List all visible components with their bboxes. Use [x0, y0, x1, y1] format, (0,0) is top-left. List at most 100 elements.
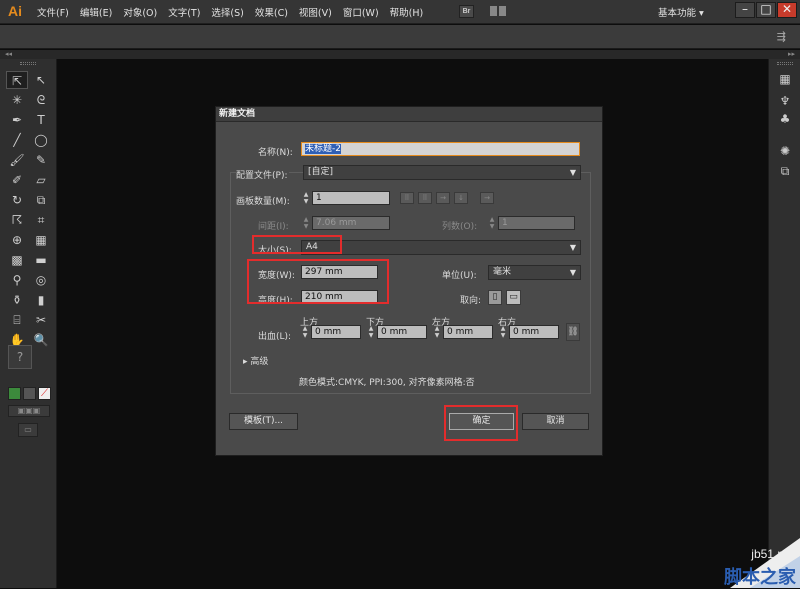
- arrange-by-column-icon[interactable]: ↓: [454, 192, 468, 204]
- column-graph-tool-icon[interactable]: ▮: [30, 291, 52, 309]
- bridge-button[interactable]: Br: [459, 5, 474, 18]
- menu-edit[interactable]: 编辑(E): [80, 5, 112, 19]
- blend-tool-icon[interactable]: ◎: [30, 271, 52, 289]
- brushes-panel-icon[interactable]: ♆: [776, 93, 794, 109]
- blob-brush-tool-icon[interactable]: ✐: [6, 171, 28, 189]
- chevron-down-icon: ▼: [569, 168, 576, 177]
- spacing-input[interactable]: 7.06 mm: [312, 216, 390, 230]
- gradient-mode-icon[interactable]: [23, 387, 36, 400]
- portrait-icon[interactable]: ▯: [488, 290, 502, 305]
- symbols-panel-icon[interactable]: ♣: [776, 111, 794, 127]
- zoom-tool-icon[interactable]: 🔍: [30, 331, 52, 349]
- columns-stepper[interactable]: ▲ ▼: [488, 216, 496, 230]
- profile-select[interactable]: [自定] ▼: [303, 165, 581, 180]
- rotate-tool-icon[interactable]: ↻: [6, 191, 28, 209]
- eraser-tool-icon[interactable]: ▱: [30, 171, 52, 189]
- columns-input[interactable]: 1: [498, 216, 575, 230]
- direct-selection-tool-icon[interactable]: ↖: [30, 71, 52, 89]
- mesh-tool-icon[interactable]: ▩: [6, 251, 28, 269]
- scale-tool-icon[interactable]: ⧉: [30, 191, 52, 209]
- menu-help[interactable]: 帮助(H): [390, 5, 424, 19]
- control-bar: ⇶: [0, 25, 800, 49]
- lasso-tool-icon[interactable]: ᘓ: [30, 91, 52, 109]
- slice-tool-icon[interactable]: ✂: [30, 311, 52, 329]
- templates-button[interactable]: 模板(T)...: [229, 413, 298, 430]
- symbol-sprayer-tool-icon[interactable]: ⚱: [6, 291, 28, 309]
- free-transform-tool-icon[interactable]: ⌗: [30, 211, 52, 229]
- watermark-site: jb51.net: [751, 547, 794, 561]
- collapse-right-icon[interactable]: ▸▸: [788, 50, 795, 58]
- name-input[interactable]: 未标题-2: [301, 142, 580, 156]
- orientation-label: 取向:: [460, 296, 482, 306]
- link-icon[interactable]: ⛓: [566, 323, 580, 341]
- menu-object[interactable]: 对象(O): [123, 5, 157, 19]
- restore-button[interactable]: □: [756, 2, 776, 18]
- size-select[interactable]: A4 ▼: [301, 240, 581, 255]
- menu-file[interactable]: 文件(F): [37, 5, 69, 19]
- menu-select[interactable]: 选择(S): [211, 5, 243, 19]
- close-button[interactable]: ✕: [777, 2, 797, 18]
- watermark-name: 脚本之家: [724, 567, 796, 588]
- bleed-right-stepper[interactable]: ▲ ▼: [499, 325, 507, 339]
- ellipse-tool-icon[interactable]: ◯: [30, 131, 52, 149]
- landscape-icon[interactable]: ▭: [506, 290, 521, 305]
- artboard-tool-icon[interactable]: ⌸: [6, 311, 28, 329]
- panel-grip[interactable]: [777, 62, 793, 65]
- ok-highlight: [444, 405, 518, 441]
- magic-wand-tool-icon[interactable]: ✳: [6, 91, 28, 109]
- artboards-stepper[interactable]: ▲ ▼: [302, 191, 310, 205]
- graphic-styles-panel-icon[interactable]: ⧉: [776, 163, 794, 179]
- warp-tool-icon[interactable]: ☈: [6, 211, 28, 229]
- menu-bar: Ai 文件(F) 编辑(E) 对象(O) 文字(T) 选择(S) 效果(C) 视…: [0, 0, 800, 24]
- panel-grip[interactable]: [20, 62, 36, 65]
- units-select[interactable]: 毫米 ▼: [488, 265, 581, 280]
- menu-type[interactable]: 文字(T): [168, 5, 200, 19]
- eyedropper-tool-icon[interactable]: ⚲: [6, 271, 28, 289]
- grid-by-column-icon[interactable]: ⠿: [418, 192, 432, 204]
- swatches-panel-icon[interactable]: ▦: [776, 71, 794, 87]
- arrange-documents-icon[interactable]: [490, 5, 512, 18]
- grid-by-row-icon[interactable]: ⠿: [400, 192, 414, 204]
- drawing-modes-icon[interactable]: ▣▣▣: [8, 405, 50, 417]
- bleed-label: 出血(L):: [258, 332, 292, 342]
- cancel-button[interactable]: 取消: [522, 413, 589, 430]
- pen-tool-icon[interactable]: ✒: [6, 111, 28, 129]
- gradient-tool-icon[interactable]: ▬: [30, 251, 52, 269]
- artboards-input[interactable]: 1: [312, 191, 390, 205]
- perspective-grid-tool-icon[interactable]: ▦: [30, 231, 52, 249]
- shape-builder-tool-icon[interactable]: ⊕: [6, 231, 28, 249]
- line-tool-icon[interactable]: ╱: [6, 131, 28, 149]
- spacing-label: 间距(I):: [258, 222, 289, 232]
- selection-tool-icon[interactable]: ⇱: [6, 71, 28, 89]
- none-mode-icon[interactable]: ⟋: [38, 387, 51, 400]
- bleed-top-input[interactable]: 0 mm: [311, 325, 361, 339]
- arrange-by-row-icon[interactable]: →: [436, 192, 450, 204]
- minimize-button[interactable]: –: [735, 2, 755, 18]
- right-to-left-icon[interactable]: →: [480, 192, 494, 204]
- pencil-tool-icon[interactable]: ✎: [30, 151, 52, 169]
- panel-menu-icon[interactable]: ⇶: [777, 30, 786, 43]
- collapse-left-icon[interactable]: ◂◂: [5, 50, 12, 58]
- workspace-switcher[interactable]: 基本功能 ▾: [658, 5, 704, 19]
- profile-label: 配置文件(P):: [236, 168, 290, 181]
- name-label: 名称(N):: [258, 148, 293, 158]
- menu-window[interactable]: 窗口(W): [343, 5, 379, 19]
- bleed-right-input[interactable]: 0 mm: [509, 325, 559, 339]
- paintbrush-tool-icon[interactable]: 🖌: [6, 151, 28, 169]
- appearance-panel-icon[interactable]: ✺: [776, 143, 794, 159]
- menu-effect[interactable]: 效果(C): [255, 5, 288, 19]
- bleed-left-stepper[interactable]: ▲ ▼: [433, 325, 441, 339]
- menu-view[interactable]: 视图(V): [299, 5, 332, 19]
- advanced-label: 高级: [250, 357, 269, 367]
- fill-stroke-icon[interactable]: ?: [8, 345, 32, 369]
- screen-mode-icon[interactable]: ▭: [18, 423, 38, 437]
- type-tool-icon[interactable]: T: [30, 111, 52, 129]
- bleed-left-input[interactable]: 0 mm: [443, 325, 493, 339]
- bleed-top-stepper[interactable]: ▲ ▼: [301, 325, 309, 339]
- bleed-bottom-input[interactable]: 0 mm: [377, 325, 427, 339]
- profile-value: [自定]: [308, 167, 334, 177]
- spacing-stepper[interactable]: ▲ ▼: [302, 216, 310, 230]
- color-mode-icon[interactable]: [8, 387, 21, 400]
- advanced-toggle[interactable]: ▸ 高级: [243, 354, 268, 367]
- bleed-bottom-stepper[interactable]: ▲ ▼: [367, 325, 375, 339]
